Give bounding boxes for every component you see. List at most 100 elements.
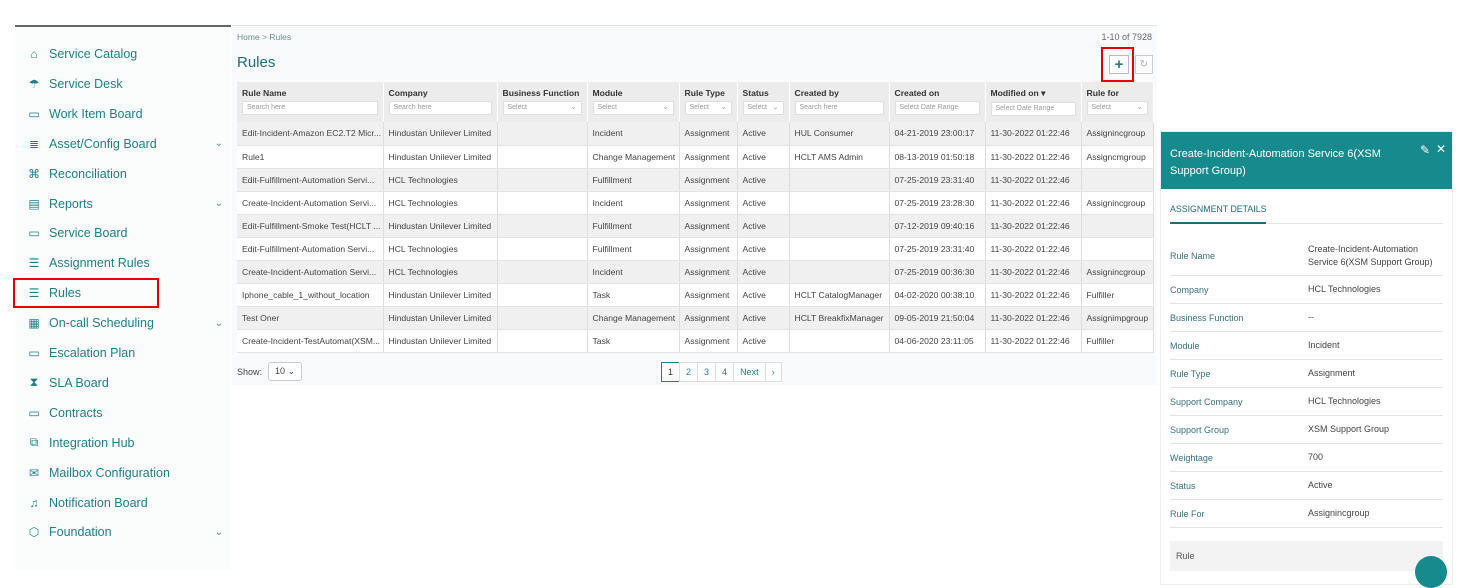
table-row[interactable]: Create-Incident-Automation Servi... HCL T… — [237, 260, 1154, 284]
breadcrumb-current: Rules — [269, 32, 292, 42]
page-4-button[interactable]: 4 — [715, 362, 735, 382]
sort-desc-icon[interactable]: ▾ — [1041, 88, 1045, 98]
column-header[interactable]: Business Function Select ⌄ — [497, 82, 588, 122]
sidebar-item-rules[interactable]: ☰ Rules — [13, 278, 159, 309]
column-header[interactable]: Company Search here — [383, 82, 498, 122]
filter-input[interactable]: Search here — [388, 101, 492, 115]
table-row[interactable]: Edit-Fulfillment-Automation Servi... HCL … — [237, 237, 1154, 261]
filter-select[interactable]: Select ⌄ — [592, 101, 674, 115]
chevron-down-icon: ⌄ — [772, 104, 779, 111]
sidebar-item-label: Notification Board — [49, 495, 148, 510]
column-header[interactable]: Module Select ⌄ — [587, 82, 680, 122]
sidebar-item-label: Escalation Plan — [49, 346, 136, 360]
column-header[interactable]: Rule Type Select ⌄ — [679, 82, 738, 122]
filter-input[interactable]: Select Date Range — [894, 101, 980, 115]
edit-pencil-icon[interactable]: ✎ — [1420, 142, 1430, 159]
column-header[interactable]: Status Select ⌄ — [737, 82, 790, 122]
filter-select[interactable]: Select ⌄ — [742, 101, 784, 115]
table-cell: Change Management — [587, 306, 680, 330]
close-icon[interactable]: ✕ — [1436, 141, 1446, 158]
sidebar-item-label: Contracts — [49, 405, 103, 420]
table-row[interactable]: Edit-Incident-Amazon EC2.T2 Micr... Hindu… — [237, 122, 1154, 146]
chevron-down-icon[interactable]: ⌄ — [215, 318, 223, 329]
sidebar-item-service-catalog[interactable]: ⌂ Service Catalog — [15, 41, 231, 67]
column-header[interactable]: Modified on ▾ Select Date Range — [985, 82, 1082, 122]
detail-label: Rule Type — [1170, 368, 1211, 379]
table-row[interactable]: Edit-Fulfillment-Automation Servi... HCL … — [237, 168, 1154, 192]
table-cell: Create-Incident-TestAutomat(XSM... — [237, 329, 384, 353]
sidebar-item-escalation-plan[interactable]: ▭ Escalation Plan — [15, 340, 231, 366]
sidebar-item-integration-hub[interactable]: ⧉ Integration Hub — [15, 430, 231, 456]
filter-select[interactable]: Select ⌄ — [684, 101, 732, 115]
table-row[interactable]: Test Oner Hindustan Unilever Limited Chang… — [237, 306, 1154, 330]
add-rule-button[interactable]: + — [1109, 55, 1129, 74]
column-header[interactable]: Created on Select Date Range — [889, 82, 986, 122]
chevron-down-icon[interactable]: ⌄ — [215, 198, 223, 209]
breadcrumb-home[interactable]: Home — [237, 32, 260, 42]
page-2-button[interactable]: 2 — [679, 362, 699, 382]
column-label: Status — [742, 88, 769, 98]
next-arrow-button[interactable]: › — [764, 362, 782, 382]
table-row[interactable]: Rule1 Hindustan Unilever Limited Change Ma… — [237, 145, 1154, 169]
sidebar-item-work-item-board[interactable]: ▭ Work Item Board — [15, 101, 231, 127]
chat-button[interactable] — [1415, 556, 1447, 588]
table-cell: Assignment — [679, 191, 738, 215]
sidebar-item-reports[interactable]: ▤ Reports ⌄ — [15, 191, 231, 217]
filter-select[interactable]: Select ⌄ — [1086, 101, 1148, 115]
column-label: Rule Name — [242, 88, 287, 98]
sidebar-item-on-call-scheduling[interactable]: ▦ On-call Scheduling ⌄ — [15, 310, 231, 336]
detail-value: Active — [1308, 480, 1333, 490]
sidebar-item-foundation[interactable]: ⬡ Foundation ⌄ — [15, 519, 231, 545]
column-label: Company — [388, 88, 428, 98]
column-header[interactable]: Rule Name Search here — [237, 82, 384, 122]
chevron-down-icon[interactable]: ⌄ — [215, 138, 223, 149]
sidebar-item-asset-config-board[interactable]: ≣ Asset/Config Board ⌄ — [15, 131, 231, 157]
sidebar-item-service-desk[interactable]: ☂ Service Desk — [15, 71, 231, 97]
page-3-button[interactable]: 3 — [697, 362, 717, 382]
table-row[interactable]: Create-Incident-Automation Servi... HCL T… — [237, 191, 1154, 215]
table-row[interactable]: Create-Incident-TestAutomat(XSM... Hindus… — [237, 329, 1154, 353]
bag-icon: ⌂ — [30, 47, 38, 61]
table-cell: Fulfiller — [1081, 283, 1154, 307]
detail-label: Company — [1170, 284, 1209, 295]
detail-row: Support Company HCL Technologies — [1170, 388, 1443, 416]
table-cell — [789, 237, 890, 261]
chevron-down-icon[interactable]: ⌄ — [215, 527, 223, 538]
table-row[interactable]: Iphone_cable_1_without_location Hindustan… — [237, 283, 1154, 307]
sidebar-item-assignment-rules[interactable]: ☰ Assignment Rules — [15, 250, 231, 276]
table-cell: Assignment — [679, 168, 738, 192]
sidebar-item-sla-board[interactable]: ⧗ SLA Board — [15, 370, 231, 396]
page-1-button[interactable]: 1 — [661, 362, 681, 382]
detail-label: Rule For — [1170, 508, 1205, 519]
sidebar-item-label: Asset/Config Board — [49, 136, 157, 151]
column-label: Created by — [794, 88, 839, 98]
sidebar-item-service-board[interactable]: ▭ Service Board — [15, 220, 231, 246]
table-cell: 08-13-2019 01:50:18 — [889, 145, 986, 169]
column-label: Rule Type — [684, 88, 725, 98]
next-page-button[interactable]: Next — [733, 362, 766, 382]
tab-assignment-details[interactable]: ASSIGNMENT DETAILS — [1170, 204, 1443, 224]
filter-input[interactable]: Select Date Range — [990, 102, 1076, 116]
panel-title: Create-Incident-Automation Service 6(XSM… — [1170, 148, 1381, 177]
filter-input[interactable]: Search here — [242, 101, 378, 115]
table-cell: Edit-Incident-Amazon EC2.T2 Micr... — [237, 122, 384, 146]
chevron-down-icon: ⌄ — [720, 104, 727, 111]
filter-input[interactable]: Search here — [794, 101, 884, 115]
sidebar-item-contracts[interactable]: ▭ Contracts — [15, 400, 231, 426]
page-size-select[interactable]: 10 ⌄ — [268, 362, 303, 381]
filter-placeholder: Select — [507, 104, 527, 111]
sidebar-item-notification-board[interactable]: ♫ Notification Board — [15, 490, 231, 516]
table-cell: Test Oner — [237, 306, 384, 330]
chevron-down-icon: ⌄ — [570, 104, 577, 111]
sidebar-item-reconciliation[interactable]: ⌘ Reconciliation — [15, 161, 231, 187]
filter-select[interactable]: Select ⌄ — [502, 101, 582, 115]
detail-row: Rule For Assignincgroup — [1170, 500, 1443, 528]
table-row[interactable]: Edit-Fulfillment-Smoke Test(HCLT ... Hind… — [237, 214, 1154, 238]
sidebar-item-mailbox-configuration[interactable]: ✉ Mailbox Configuration — [15, 460, 231, 486]
calendar-clock-icon: ▦ — [28, 316, 40, 331]
refresh-button[interactable]: ↻ — [1135, 55, 1153, 74]
detail-value: 700 — [1308, 452, 1324, 462]
column-header[interactable]: Created by Search here — [789, 82, 890, 122]
table-cell: 07-25-2019 23:31:40 — [889, 168, 986, 192]
column-header[interactable]: Rule for Select ⌄ — [1081, 82, 1154, 122]
